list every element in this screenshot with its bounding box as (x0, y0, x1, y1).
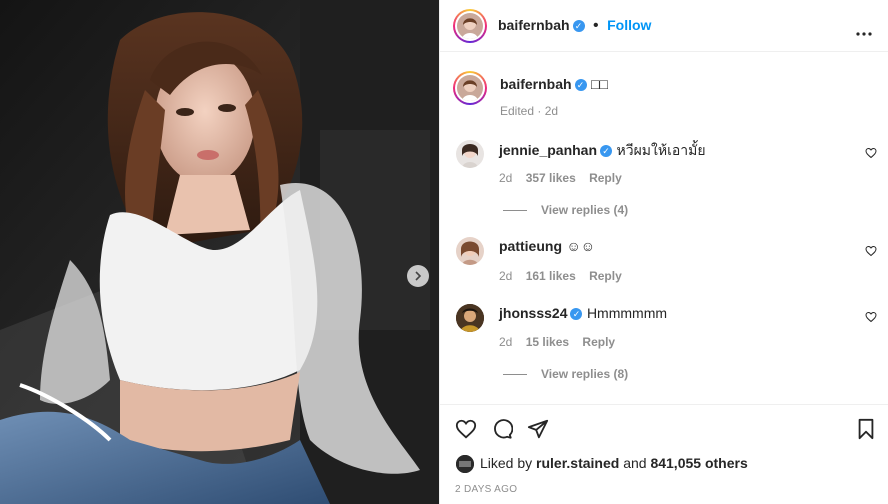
like-heart-icon[interactable] (455, 418, 477, 440)
comment-like-icon[interactable] (865, 311, 877, 323)
comment-likes[interactable]: 357 likes (526, 171, 576, 185)
follow-button[interactable]: Follow (607, 17, 651, 33)
post-header: baifernbah ✓ • Follow (440, 0, 888, 52)
comment-line: pattieung ☺☺ (499, 238, 595, 256)
post-timestamp[interactable]: 2 DAYS AGO (455, 484, 517, 495)
post-author-username[interactable]: baifernbah (498, 17, 570, 33)
header-user: baifernbah ✓ • Follow (498, 17, 651, 34)
comment-text: Hmmmmmm (586, 305, 668, 321)
view-replies-button[interactable]: View replies (4) (503, 203, 628, 217)
caption-meta: Edited · 2d (500, 104, 559, 118)
comment-likes[interactable]: 161 likes (526, 269, 576, 283)
view-replies-label: View replies (4) (541, 203, 629, 217)
avatar (457, 75, 483, 101)
caption-text: □□ (591, 76, 608, 92)
avatar (457, 13, 483, 39)
comment-likes[interactable]: 15 likes (526, 335, 569, 349)
verified-icon: ✓ (572, 19, 585, 32)
post-actions: Liked by ruler.stained and 841,055 other… (440, 404, 888, 495)
comment-meta: 2d 161 likes Reply (499, 269, 622, 283)
comment-icon[interactable] (491, 418, 513, 440)
share-icon[interactable] (527, 418, 549, 440)
comment-text: ☺☺ (566, 238, 596, 254)
comment-username[interactable]: jennie_panhan (499, 142, 597, 158)
liker-username[interactable]: ruler.stained (536, 455, 619, 471)
commenter-avatar[interactable] (456, 304, 484, 332)
comment-line: jhonsss24 ✓ Hmmmmmm (499, 305, 667, 323)
commenter-avatar[interactable] (456, 140, 484, 168)
caption-avatar-ring[interactable] (453, 71, 487, 105)
reply-button[interactable]: Reply (589, 171, 622, 185)
likes-middle: and (623, 455, 647, 471)
caption-line: baifernbah ✓ □□ (500, 76, 608, 94)
commenter-avatar[interactable] (456, 237, 484, 265)
likes-prefix: Liked by (480, 455, 533, 471)
comment-text: หวีผมให้เอามั้ย (616, 142, 706, 158)
verified-icon: ✓ (574, 78, 587, 91)
verified-icon: ✓ (600, 144, 613, 157)
save-bookmark-icon[interactable] (856, 418, 876, 440)
post-photo[interactable] (0, 0, 439, 504)
comment-meta: 2d 357 likes Reply (499, 171, 622, 185)
next-photo-button[interactable] (407, 265, 429, 287)
view-replies-button[interactable]: View replies (8) (503, 367, 628, 381)
comment-meta: 2d 15 likes Reply (499, 335, 615, 349)
story-ring[interactable] (453, 9, 487, 43)
comment-like-icon[interactable] (865, 245, 877, 257)
comment-age: 2d (499, 335, 513, 349)
chevron-right-icon (415, 271, 422, 281)
more-options-icon[interactable] (856, 23, 872, 36)
verified-icon: ✓ (570, 307, 583, 320)
liker-avatar[interactable] (456, 455, 474, 473)
separator-dot: • (593, 17, 599, 34)
replies-line (503, 374, 527, 376)
likes-summary: Liked by ruler.stained and 841,055 other… (480, 455, 748, 471)
comment-line: jennie_panhan ✓ หวีผมให้เอามั้ย (499, 140, 706, 162)
comment-username[interactable]: pattieung (499, 238, 562, 254)
comment-age: 2d (499, 269, 513, 283)
reply-button[interactable]: Reply (589, 269, 622, 283)
view-replies-label: View replies (8) (541, 367, 629, 381)
comment-like-icon[interactable] (865, 147, 877, 159)
comment-username[interactable]: jhonsss24 (499, 305, 567, 321)
comment-age: 2d (499, 171, 513, 185)
post-image (0, 0, 439, 504)
post-details-panel: baifernbah ✓ • Follow baifernbah ✓ □□ Edit… (440, 0, 888, 504)
likes-count[interactable]: 841,055 others (650, 455, 747, 471)
replies-line (503, 210, 527, 212)
reply-button[interactable]: Reply (582, 335, 615, 349)
caption-username[interactable]: baifernbah (500, 76, 572, 92)
